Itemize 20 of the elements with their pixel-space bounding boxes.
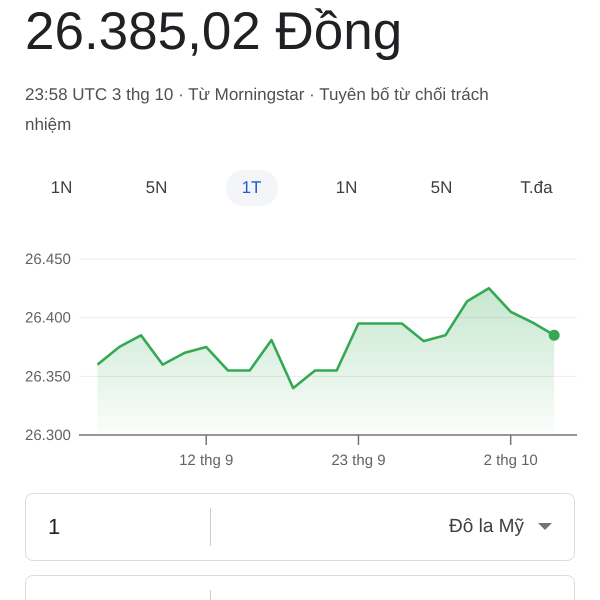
range-tab[interactable]: 5N	[109, 170, 204, 206]
converter-field[interactable]: 1 Đô la Mỹ	[25, 493, 575, 561]
y-axis-label: 26.350	[25, 368, 71, 386]
range-tab[interactable]: 1T	[226, 170, 278, 206]
last-point-dot	[548, 330, 560, 341]
range-tab[interactable]: 5N	[394, 170, 489, 206]
range-tab[interactable]: 1N	[14, 170, 109, 206]
y-axis-label: 26.450	[25, 251, 71, 268]
caret-icon	[538, 523, 552, 531]
currency-select[interactable]: Đô la Mỹ	[449, 516, 524, 538]
y-axis-label: 26.300	[25, 427, 71, 444]
y-axis-label: 26.400	[25, 310, 71, 327]
x-axis-label: 23 thg 9	[331, 452, 386, 469]
price-value: 26.385,02 Đồng	[24, 1, 404, 62]
source-line: 23:58 UTC 3 thg 10 · Từ Morningstar · Tuyên bố từ chối trách nhiệm	[24, 84, 490, 136]
x-axis-label: 2 thg 10	[484, 452, 538, 469]
amount-input[interactable]: 1	[48, 514, 210, 540]
range-tab[interactable]: 1N	[299, 170, 394, 206]
x-axis-label: 12 thg 9	[179, 452, 234, 469]
range-tab[interactable]: T.đa	[489, 170, 584, 206]
